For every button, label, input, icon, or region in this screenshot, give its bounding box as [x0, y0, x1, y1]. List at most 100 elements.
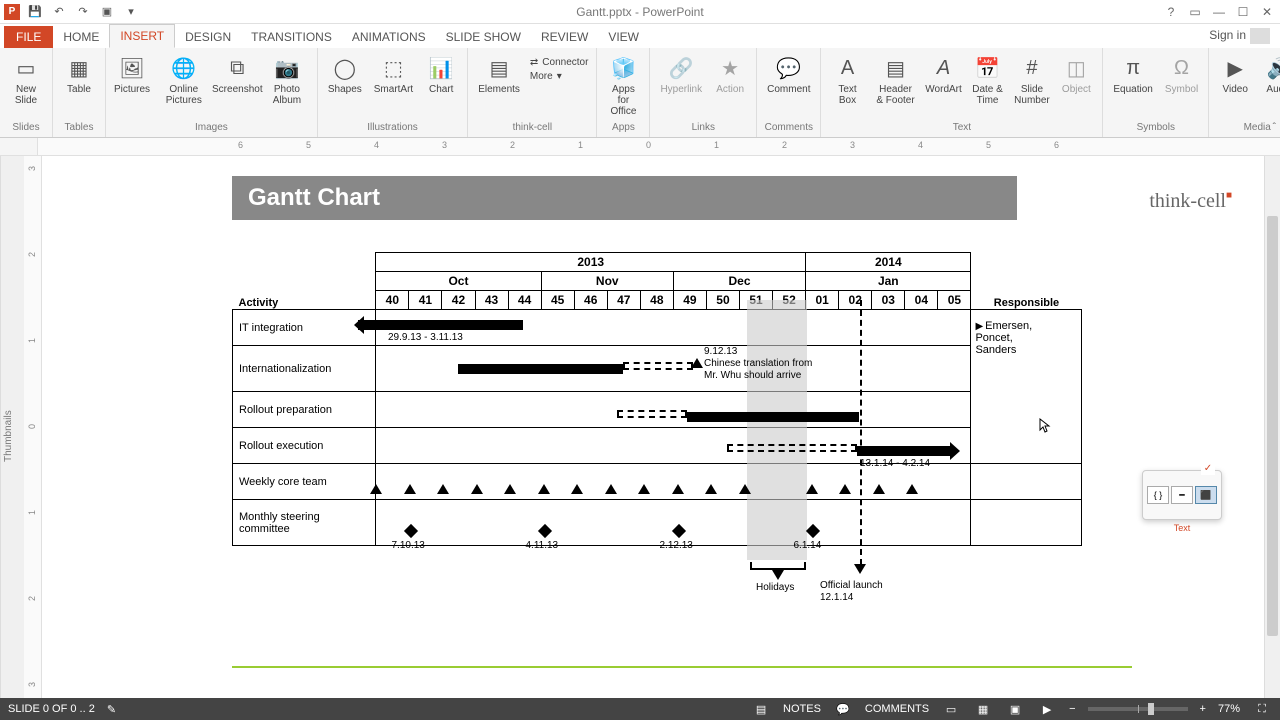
tab-insert[interactable]: INSERT [109, 24, 175, 48]
group-media-label: Media [1244, 122, 1271, 135]
reading-view-icon[interactable]: ▣ [1005, 701, 1025, 717]
row-monthly-steering: Monthly steering committee [233, 500, 376, 546]
group-images-label: Images [195, 122, 228, 135]
tab-slideshow[interactable]: SLIDE SHOW [436, 26, 531, 48]
undo-icon[interactable]: ↶ [50, 3, 68, 21]
month-header: Jan [806, 272, 971, 291]
minimize-icon[interactable]: — [1208, 2, 1230, 22]
ruler-mark: 1 [714, 140, 719, 150]
ribbon-display-icon[interactable]: ▭ [1184, 2, 1206, 22]
normal-view-icon[interactable]: ▭ [941, 701, 961, 717]
group-slides-label: Slides [12, 122, 39, 135]
tab-animations[interactable]: ANIMATIONS [342, 26, 436, 48]
action-icon: ★ [716, 54, 744, 82]
table-button[interactable]: ▦Table [59, 52, 99, 97]
close-icon[interactable]: ✕ [1256, 2, 1278, 22]
symbol-icon: Ω [1168, 54, 1196, 82]
comments-status-button[interactable]: COMMENTS [865, 703, 929, 715]
gantt-chart[interactable]: Activity 2013 2014 Responsible OctNovDec… [232, 252, 1082, 546]
header-footer-button[interactable]: ▤Header & Footer [871, 52, 919, 108]
app-icon: P [4, 4, 20, 20]
signin-link[interactable]: Sign in [1209, 28, 1270, 44]
slideshow-qat-icon[interactable]: ▣ [98, 3, 116, 21]
save-icon[interactable]: 💾 [26, 3, 44, 21]
help-icon[interactable]: ? [1160, 2, 1182, 22]
ruler-mark-v: 3 [27, 682, 37, 687]
video-button[interactable]: ▶Video [1215, 52, 1255, 97]
tab-file[interactable]: FILE [4, 26, 53, 48]
action-button[interactable]: ★Action [710, 52, 750, 97]
zoom-value[interactable]: 77% [1218, 703, 1240, 715]
tab-design[interactable]: DESIGN [175, 26, 241, 48]
group-illustrations-label: Illustrations [367, 122, 418, 135]
equation-button[interactable]: πEquation [1109, 52, 1156, 97]
ruler-mark: 3 [442, 140, 447, 150]
qat-customize-icon[interactable]: ▾ [122, 3, 140, 21]
slide[interactable]: Gantt Chart think-cell■ Activity 2013 20… [232, 176, 1132, 676]
tab-home[interactable]: HOME [53, 26, 109, 48]
text-box-button[interactable]: AText Box [827, 52, 867, 108]
holidays-label: Holidays [756, 582, 794, 594]
launch-marker-icon [854, 564, 866, 574]
notes-icon[interactable]: ▤ [751, 701, 771, 717]
screenshot-button[interactable]: ⧉Screenshot [216, 52, 259, 97]
zoom-slider[interactable] [1088, 707, 1188, 711]
ruler-mark: 5 [306, 140, 311, 150]
vertical-scrollbar[interactable] [1264, 156, 1280, 716]
shapes-button[interactable]: ◯Shapes [324, 52, 366, 97]
date-time-button[interactable]: 📅Date & Time [968, 52, 1008, 108]
spellcheck-icon[interactable]: ✎ [107, 703, 116, 716]
audio-button[interactable]: 🔊Audio [1259, 52, 1280, 97]
slideshow-view-icon[interactable]: ▶ [1037, 701, 1057, 717]
maximize-icon[interactable]: ☐ [1232, 2, 1254, 22]
ruler-mark-v: 1 [27, 510, 37, 515]
apps-button[interactable]: 🧊Apps for Office [603, 52, 643, 119]
slide-number-button[interactable]: #Slide Number [1012, 52, 1053, 108]
online-pictures-button[interactable]: 🌐Online Pictures [156, 52, 212, 108]
wordart-button[interactable]: AWordArt [924, 52, 964, 97]
zoom-handle[interactable] [1148, 703, 1154, 715]
scrollbar-thumb[interactable] [1267, 216, 1278, 636]
ruler-mark-v: 2 [27, 596, 37, 601]
comment-button[interactable]: 💬Comment [763, 52, 814, 97]
ruler-mark: 3 [850, 140, 855, 150]
float-process-icon[interactable]: ⬛ [1195, 486, 1217, 504]
ruler-mark: 5 [986, 140, 991, 150]
photo-album-button[interactable]: 📷Photo Album [263, 52, 311, 108]
ruler-mark: 4 [918, 140, 923, 150]
month-header: Oct [376, 272, 541, 291]
slide-canvas[interactable]: Gantt Chart think-cell■ Activity 2013 20… [42, 156, 1264, 716]
elements-button[interactable]: ▤Elements [474, 52, 524, 97]
zoom-in-button[interactable]: + [1200, 703, 1206, 715]
thumbnails-panel[interactable]: Thumbnails [0, 156, 24, 716]
ruler-mark: 4 [374, 140, 379, 150]
connector-icon: ⇄ [530, 57, 538, 68]
redo-icon[interactable]: ↷ [74, 3, 92, 21]
more-button[interactable]: More ▾ [528, 70, 591, 83]
float-bracket-icon[interactable]: { } [1147, 486, 1169, 504]
collapse-ribbon-icon[interactable]: ˆ [1273, 122, 1276, 133]
connector-button[interactable]: ⇄Connector [528, 56, 591, 69]
hyperlink-button[interactable]: 🔗Hyperlink [656, 52, 706, 97]
ruler-mark: 2 [782, 140, 787, 150]
new-slide-button[interactable]: ▭New Slide [6, 52, 46, 108]
symbol-button[interactable]: ΩSymbol [1161, 52, 1202, 97]
week-header: 03 [872, 291, 905, 310]
tab-review[interactable]: REVIEW [531, 26, 598, 48]
tab-view[interactable]: VIEW [598, 26, 649, 48]
thinkcell-float-toolbar[interactable]: ✓ { } ━ ⬛ Text [1142, 470, 1222, 520]
tab-transitions[interactable]: TRANSITIONS [241, 26, 342, 48]
smartart-button[interactable]: ⬚SmartArt [370, 52, 417, 97]
comments-status-icon[interactable]: 💬 [833, 701, 853, 717]
chart-button[interactable]: 📊Chart [421, 52, 461, 97]
week-header: 04 [905, 291, 938, 310]
sorter-view-icon[interactable]: ▦ [973, 701, 993, 717]
float-check-icon[interactable]: ✓ [1201, 461, 1215, 475]
week-header: 50 [706, 291, 739, 310]
float-bar-icon[interactable]: ━ [1171, 486, 1193, 504]
fit-slide-icon[interactable]: ⛶ [1252, 701, 1272, 717]
pictures-button[interactable]: 🖼Pictures [112, 52, 152, 97]
object-button[interactable]: ◫Object [1056, 52, 1096, 97]
notes-button[interactable]: NOTES [783, 703, 821, 715]
zoom-out-button[interactable]: − [1069, 703, 1075, 715]
